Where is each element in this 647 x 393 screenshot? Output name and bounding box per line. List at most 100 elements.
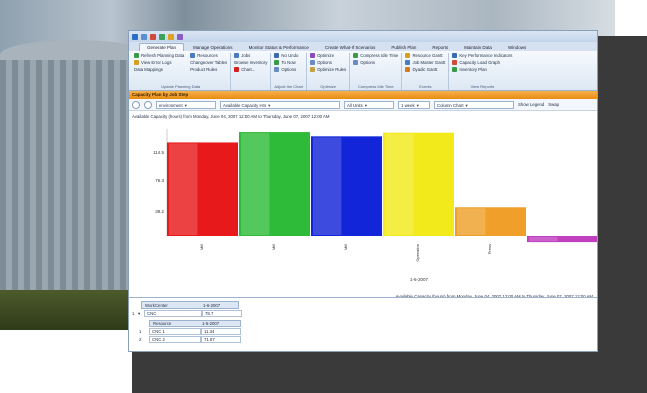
- ribbon-group-jobs: Jobs Browse Inventory Chart...: [231, 53, 272, 90]
- data-mappings-button[interactable]: Data Mappings: [134, 67, 184, 72]
- tab-manage-operations[interactable]: Manage Operations: [186, 44, 240, 51]
- chevron-down-icon: ▾: [416, 102, 419, 108]
- section-title: Capacity Plan by Job Step: [129, 91, 597, 99]
- compress-options-button[interactable]: Options: [353, 60, 398, 65]
- grid-header-date: 1-6-2007: [203, 302, 221, 308]
- settings-icon[interactable]: [177, 33, 183, 40]
- y-tick-label: 76.3: [155, 178, 164, 183]
- app-window: Generate Plan Manage Operations Monitor …: [128, 30, 598, 352]
- chevron-down-icon: ▾: [184, 102, 187, 108]
- tab-generate-plan[interactable]: Generate Plan: [139, 43, 185, 51]
- tab-what-if[interactable]: Create What-If Scenarios: [318, 44, 383, 51]
- y-tick-label: 114.5: [153, 150, 164, 155]
- units-select[interactable]: All Units ▾: [344, 100, 394, 109]
- chevron-down-icon: ▾: [268, 102, 271, 108]
- job-master-gantt-button[interactable]: Job Master Gantt: [405, 60, 445, 65]
- optimize-rules-button[interactable]: Optimize Rules: [310, 67, 346, 72]
- kpi-button[interactable]: Key Performance Indicators: [452, 53, 512, 58]
- rules-icon: [310, 67, 316, 72]
- capacity-select[interactable]: Available Capacity Hrs ▾: [220, 100, 340, 109]
- undo-icon: [274, 53, 280, 58]
- browse-inventory-button[interactable]: Browse Inventory: [234, 60, 267, 65]
- inventory-plan-button[interactable]: Inventory Plan: [452, 67, 512, 72]
- bar-highlight: [169, 143, 198, 235]
- ribbon-group-adjust: No Undo To Now Options Adjust the Chart: [271, 53, 308, 90]
- optimize-button[interactable]: Optimize: [310, 53, 346, 58]
- swap-button[interactable]: Swap: [548, 102, 559, 107]
- resource-gantt-button[interactable]: Resource Gantt: [405, 53, 445, 58]
- options-icon: [353, 60, 359, 65]
- show-legend-toggle[interactable]: Show Legend: [518, 102, 544, 107]
- capacity-load-graph-button[interactable]: Capacity Load Graph: [452, 60, 512, 65]
- period-select[interactable]: 1 week ▾: [398, 100, 430, 109]
- print-icon[interactable]: [168, 33, 174, 40]
- to-now-button[interactable]: To Now: [274, 60, 303, 65]
- forward-icon[interactable]: [144, 100, 152, 109]
- gantt-icon: [405, 53, 411, 58]
- grid-header: WorkCenter 1-6-2007: [141, 301, 239, 309]
- tab-reports[interactable]: Reports: [425, 44, 455, 51]
- ribbon-group-title: Update Planning Data: [161, 84, 201, 89]
- chart-svg: 114.5 76.3 38.2 Mill Mill Mill Operation Press 1…: [153, 129, 597, 282]
- data-grid: WorkCenter 1-6-2007 1 ▾ CNC 78.7 Resourc…: [129, 297, 597, 351]
- table-row[interactable]: 1 CNC 1 11.34: [139, 328, 241, 335]
- ribbon-group-reports: Key Performance Indicators Capacity Load…: [449, 53, 515, 90]
- compress-idle-time-button[interactable]: Compress Idle Time: [353, 53, 398, 58]
- close-icon: [234, 67, 240, 72]
- capacity-chart: Available Capacity (hours) from Monday, …: [129, 111, 597, 299]
- resources-button[interactable]: Resources: [190, 53, 227, 58]
- view-error-logs-button[interactable]: View Error Logs: [134, 60, 184, 65]
- refresh-planning-data-button[interactable]: Refresh Planning Data: [134, 53, 184, 58]
- sub-grid-header: Resource 1-6-2007: [149, 320, 241, 327]
- jobs-icon: [234, 53, 240, 58]
- ribbon-group-events: Resource Gantt Job Master Gantt Dyadic G…: [402, 53, 450, 90]
- tab-windows[interactable]: Windows: [501, 44, 533, 51]
- optimize-icon: [310, 53, 316, 58]
- bar-highlight: [313, 137, 342, 235]
- bar-highlight: [457, 208, 486, 235]
- table-row[interactable]: 1 ▾ CNC 78.7: [132, 310, 242, 317]
- tab-maintain-data[interactable]: Maintain Data: [457, 44, 499, 51]
- bar-highlight: [241, 133, 270, 235]
- resources-icon: [190, 53, 196, 58]
- tab-publish-plan[interactable]: Publish Plan: [384, 44, 423, 51]
- log-icon: [134, 60, 139, 65]
- environment-select[interactable]: environment ▾: [156, 100, 216, 109]
- chevron-down-icon: ▾: [364, 102, 367, 108]
- y-tick-label: 38.2: [155, 209, 164, 214]
- app-menu-icon[interactable]: [132, 33, 138, 40]
- chart-button[interactable]: Chart...: [234, 67, 267, 72]
- chevron-down-icon: ▾: [465, 102, 468, 108]
- changeover-tables-button[interactable]: Changeover Tables: [190, 60, 227, 65]
- table-row[interactable]: 2 CNC 2 71.87: [139, 336, 241, 343]
- back-icon[interactable]: [132, 100, 140, 109]
- gantt-icon: [405, 67, 411, 72]
- optimize-options-button[interactable]: Options: [310, 60, 346, 65]
- options-icon: [274, 67, 280, 72]
- quick-access-toolbar: [129, 31, 597, 42]
- save-icon[interactable]: [141, 33, 147, 40]
- x-tick-label: Operation: [415, 244, 420, 262]
- undo-icon[interactable]: [150, 33, 156, 40]
- grid-header-workcenter: WorkCenter: [145, 302, 168, 308]
- kpi-icon: [452, 53, 458, 58]
- bar-highlight: [385, 133, 414, 235]
- silo: [0, 60, 135, 310]
- redo-icon[interactable]: [159, 33, 165, 40]
- product-rules-button[interactable]: Product Rules: [190, 67, 227, 72]
- no-undo-button[interactable]: No Undo: [274, 53, 303, 58]
- chart-type-select[interactable]: Column Chart ▾: [434, 100, 514, 109]
- ribbon-tabs: Generate Plan Manage Operations Monitor …: [129, 42, 597, 51]
- ribbon-group-optimize: Optimize Options Optimize Rules Optimize: [307, 53, 351, 90]
- bar-highlight: [529, 237, 558, 242]
- ribbon-group-compress: Compress Idle Time Options Compress Idle…: [350, 53, 403, 90]
- dyadic-gantt-button[interactable]: Dyadic Gantt: [405, 67, 445, 72]
- adjust-options-button[interactable]: Options: [274, 67, 303, 72]
- tab-monitor-status[interactable]: Monitor Status & Performance: [242, 44, 316, 51]
- grass: [0, 290, 140, 330]
- x-tick-label: Mill: [271, 244, 276, 250]
- jobs-button[interactable]: Jobs: [234, 53, 267, 58]
- x-tick-label: Mill: [343, 244, 348, 250]
- compress-icon: [353, 53, 359, 58]
- refresh-icon: [134, 53, 139, 58]
